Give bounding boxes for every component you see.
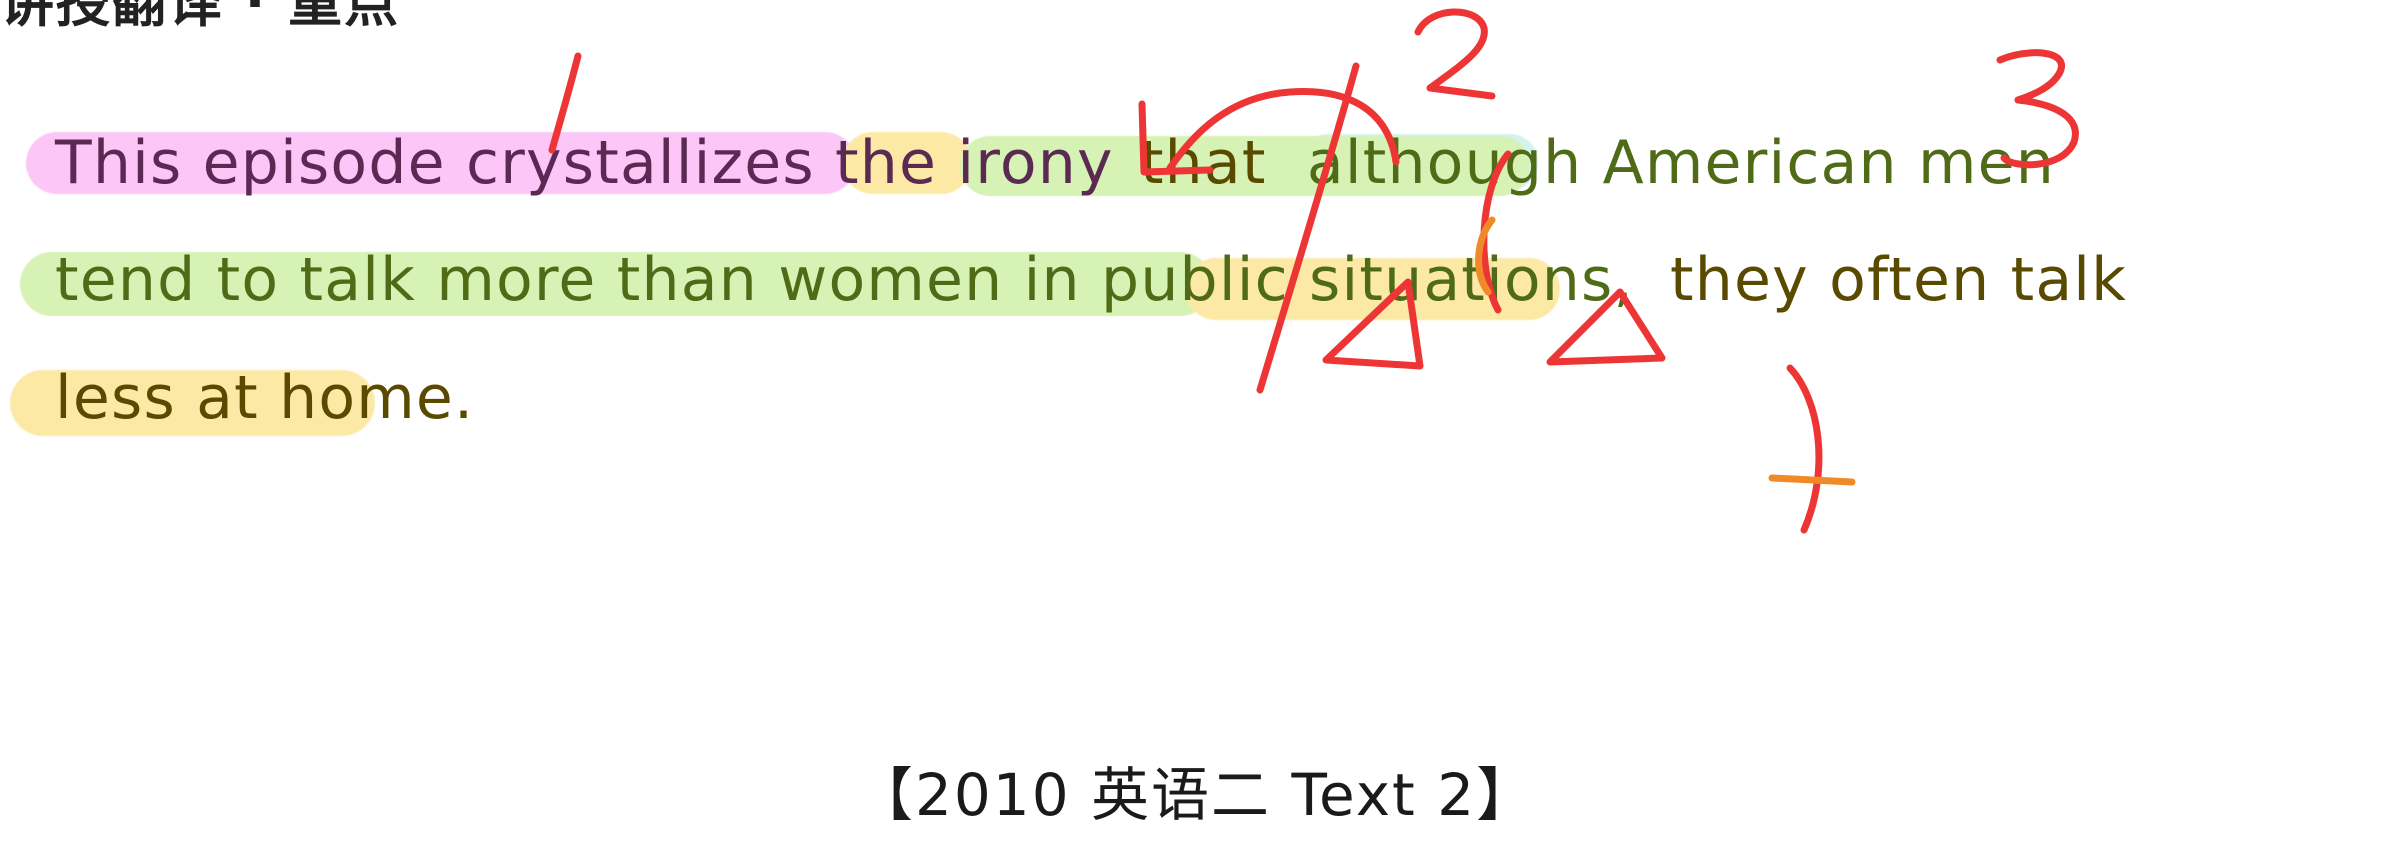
concession-clause-cont-text: tend to talk more than women in public s…: [55, 245, 1634, 315]
content-clause-text: they often talk: [1670, 245, 2128, 315]
whiteboard-canvas: 讲授翻译 · 重点 This episode crystallizes the …: [0, 0, 2406, 858]
main-clause-text: This episode crystallizes the irony: [55, 128, 1114, 198]
content-clause-cont-text: less at home.: [55, 363, 475, 433]
source-citation: 【2010 英语二 Text 2】: [855, 761, 1537, 829]
header-fragment: 讲授翻译 · 重点: [0, 0, 401, 34]
sentence-line-3: less at home.: [55, 358, 474, 438]
clause-divider-slash: [1256, 62, 1360, 394]
concession-clause-text: although American men: [1306, 128, 2055, 198]
sentence-line-2: tend to talk more than women in public s…: [55, 240, 2127, 320]
close-parenthesis-orange: [1768, 474, 1856, 486]
sentence-line-1: This episode crystallizes the irony that…: [55, 123, 2055, 203]
annotation-number-2: [1414, 8, 1496, 100]
connector-text: that: [1139, 128, 1267, 198]
close-parenthesis: [1786, 364, 1823, 534]
